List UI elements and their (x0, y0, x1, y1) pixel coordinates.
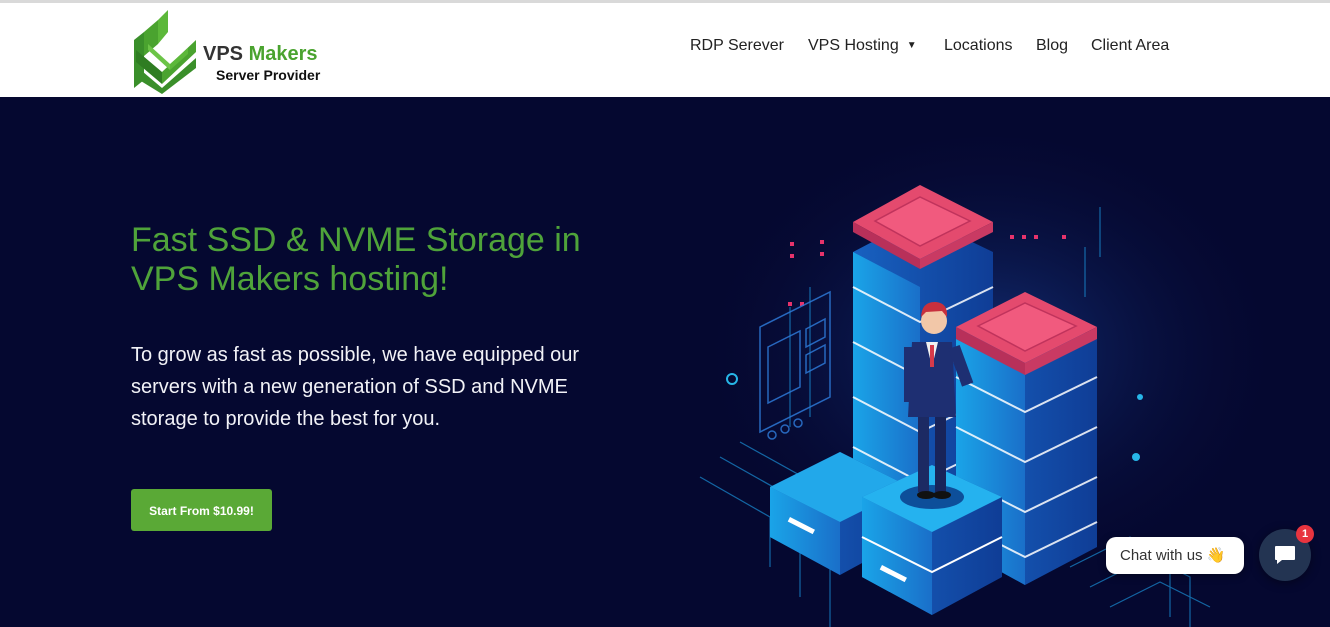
site-header: VPS Makers Server Provider RDP Serever V… (0, 3, 1330, 97)
brand-name: VPS Makers (203, 43, 318, 66)
site-logo[interactable]: VPS Makers Server Provider (130, 10, 340, 96)
chat-unread-badge: 1 (1296, 525, 1314, 543)
brand-name-part2: Makers (248, 43, 318, 65)
chat-bubble-text: Chat with us (1120, 547, 1203, 564)
nav-item-vps-hosting-label: VPS Hosting (808, 37, 899, 54)
brand-name-part1: VPS (203, 43, 244, 65)
waving-hand-icon: 👋 (1206, 547, 1226, 564)
nav-item-rdp-server[interactable]: RDP Serever (690, 37, 784, 55)
caret-down-icon: ▼ (906, 40, 917, 51)
nav-item-locations[interactable]: Locations (944, 37, 1013, 55)
nav-item-vps-hosting[interactable]: VPS Hosting ▼ (808, 37, 917, 55)
hero-title-line2: VPS Makers hosting! (131, 260, 449, 298)
leaf-chevron-logo-icon (134, 10, 196, 94)
nav-item-blog[interactable]: Blog (1036, 37, 1068, 55)
hero-description: To grow as fast as possible, we have equ… (131, 344, 580, 430)
chat-icon (1275, 546, 1295, 564)
hero-title-line1: Fast SSD & NVME Storage in (131, 221, 581, 259)
start-from-button[interactable]: Start From $10.99! (131, 489, 272, 531)
brand-tagline: Server Provider (216, 67, 321, 83)
chat-with-us-bubble[interactable]: Chat with us 👋 (1106, 537, 1244, 574)
nav-item-client-area[interactable]: Client Area (1091, 37, 1169, 55)
hero-title: Fast SSD & NVME Storage in VPS Makers ho… (131, 221, 651, 299)
